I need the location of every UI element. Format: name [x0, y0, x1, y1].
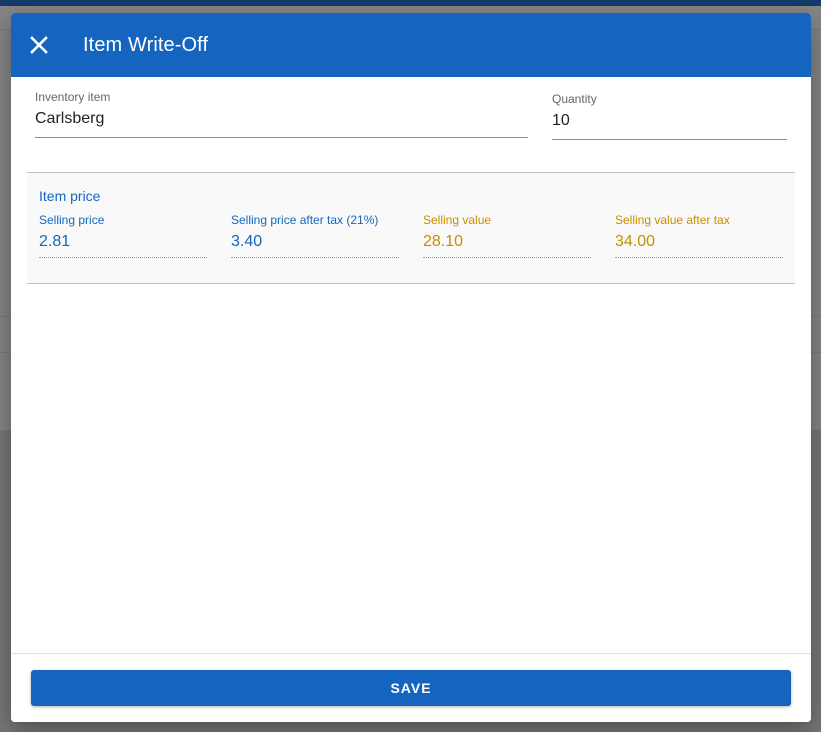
selling-value-after-tax-underline: [615, 257, 783, 258]
dialog-footer: SAVE: [11, 653, 811, 722]
selling-price-after-tax-underline: [231, 257, 399, 258]
selling-value-after-tax-label: Selling value after tax: [615, 213, 730, 227]
selling-value-after-tax-value: 34.00: [615, 233, 656, 250]
selling-price-after-tax-field: Selling price after tax (21%) 3.40: [231, 213, 399, 258]
item-price-section: Item price Selling price 2.81 Selling pr…: [27, 172, 795, 284]
selling-price-field: Selling price 2.81: [39, 213, 207, 258]
selling-price-underline: [39, 257, 207, 258]
quantity-underline: [552, 139, 787, 140]
selling-value-after-tax-field: Selling value after tax 34.00: [615, 213, 783, 258]
quantity-field: Quantity: [552, 92, 787, 140]
quantity-label: Quantity: [552, 92, 597, 106]
selling-value-field: Selling value 28.10: [423, 213, 591, 258]
selling-value-underline: [423, 257, 591, 258]
selling-price-label: Selling price: [39, 213, 105, 227]
inventory-item-field: Inventory item: [35, 90, 528, 138]
inventory-item-underline: [35, 137, 528, 138]
selling-value-value: 28.10: [423, 233, 464, 250]
item-price-title: Item price: [39, 188, 101, 204]
dialog-title: Item Write-Off: [83, 34, 209, 56]
close-button[interactable]: [25, 31, 53, 59]
selling-price-after-tax-value: 3.40: [231, 233, 263, 250]
item-write-off-dialog: Item Write-Off Inventory item Quantity I…: [11, 13, 811, 722]
dialog-header: Item Write-Off: [11, 13, 811, 77]
selling-price-value: 2.81: [39, 233, 71, 250]
selling-value-label: Selling value: [423, 213, 492, 227]
inventory-item-label: Inventory item: [35, 90, 111, 104]
selling-price-after-tax-label: Selling price after tax (21%): [231, 213, 379, 227]
inventory-item-input[interactable]: [35, 109, 528, 129]
quantity-input[interactable]: [552, 111, 787, 131]
save-button[interactable]: SAVE: [31, 670, 791, 706]
close-icon: [30, 36, 48, 54]
